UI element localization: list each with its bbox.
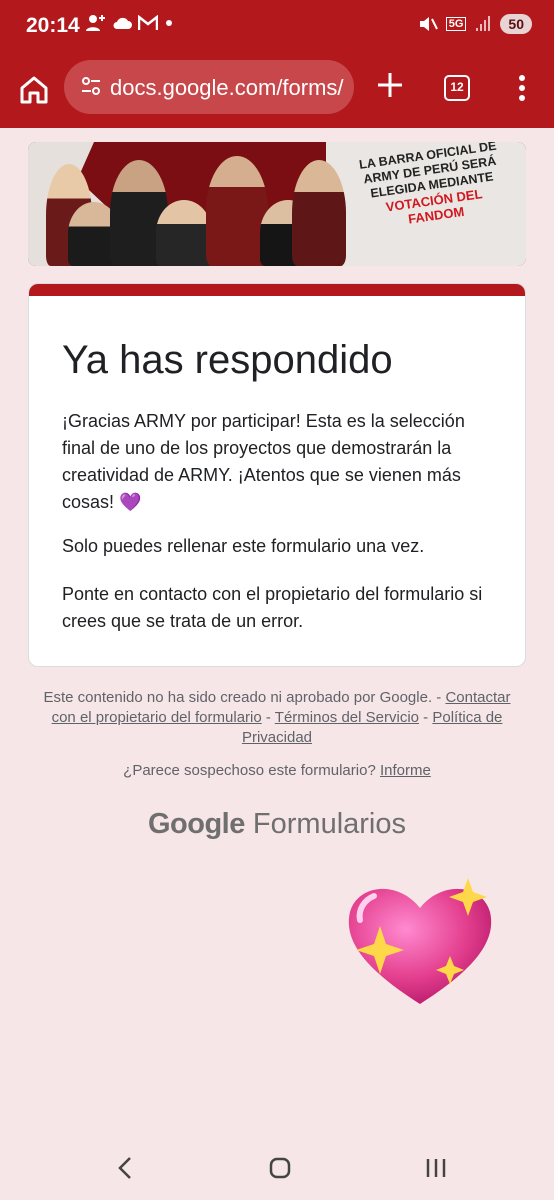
contact-owner-notice: Ponte en contacto con el propietario del… — [62, 584, 483, 631]
dot-icon — [166, 20, 172, 26]
google-forms-logo[interactable]: Google Formularios — [0, 808, 554, 841]
network-type: 5G — [445, 17, 467, 31]
system-nav-bar — [0, 1136, 554, 1200]
browser-toolbar: docs.google.com/forms/ 12 — [0, 56, 554, 128]
band-member-7 — [292, 160, 346, 266]
status-time: 20:14 — [26, 14, 80, 37]
band-member-5 — [206, 156, 268, 266]
single-response-notice: Solo puedes rellenar este formulario una… — [62, 536, 425, 556]
band-member-4 — [156, 200, 212, 266]
site-settings-icon[interactable] — [80, 75, 102, 97]
plus-icon — [378, 73, 402, 97]
sparkling-heart-emoji — [348, 878, 492, 1004]
recents-icon[interactable] — [424, 1156, 448, 1180]
add-person-icon — [86, 15, 105, 31]
suspicious-text: ¿Parece sospechoso este formulario? — [123, 762, 376, 779]
brand-google: Google — [147, 808, 245, 840]
tab-count: 12 — [450, 80, 464, 94]
url-bar[interactable]: docs.google.com/forms/ — [64, 60, 354, 114]
confirmation-message: ¡Gracias ARMY por participar! Esta es la… — [62, 411, 465, 512]
tabs-icon[interactable]: 12 — [444, 75, 470, 101]
url-text: docs.google.com/forms/ — [110, 75, 344, 100]
card-accent-bar — [29, 284, 525, 296]
cloud-icon — [113, 17, 132, 29]
footer-separator: - — [432, 689, 446, 706]
mute-icon — [419, 17, 438, 31]
home-icon[interactable] — [14, 70, 54, 110]
form-header-banner: LA BARRA OFICIAL DE ARMY DE PERÚ SERÁ EL… — [28, 142, 526, 266]
more-vert-icon[interactable] — [510, 72, 534, 104]
home-nav-icon[interactable] — [268, 1156, 292, 1180]
page-title: Ya has respondido — [62, 338, 393, 382]
new-tab-button[interactable] — [372, 68, 408, 104]
signal-icon — [476, 16, 491, 31]
report-abuse: ¿Parece sospechoso este formulario? Info… — [40, 762, 514, 779]
status-system-icons: 5G 50 — [418, 14, 532, 34]
footer-disclaimer: Este contenido no ha sido creado ni apro… — [43, 689, 433, 706]
form-footer: Este contenido no ha sido creado ni apro… — [40, 688, 514, 748]
report-link[interactable]: Informe — [380, 762, 431, 779]
footer-separator: - — [261, 709, 275, 726]
gmail-icon — [138, 15, 158, 30]
battery-indicator: 50 — [500, 14, 532, 34]
status-bar: 20:14 5G 50 — [0, 0, 554, 56]
confirmation-card: Ya has respondido ¡Gracias ARMY por part… — [28, 283, 526, 667]
footer-separator: - — [419, 709, 433, 726]
back-icon[interactable] — [114, 1156, 138, 1180]
brand-forms: Formularios — [252, 808, 407, 840]
terms-link[interactable]: Términos del Servicio — [275, 709, 419, 726]
status-notification-icons — [86, 14, 174, 32]
